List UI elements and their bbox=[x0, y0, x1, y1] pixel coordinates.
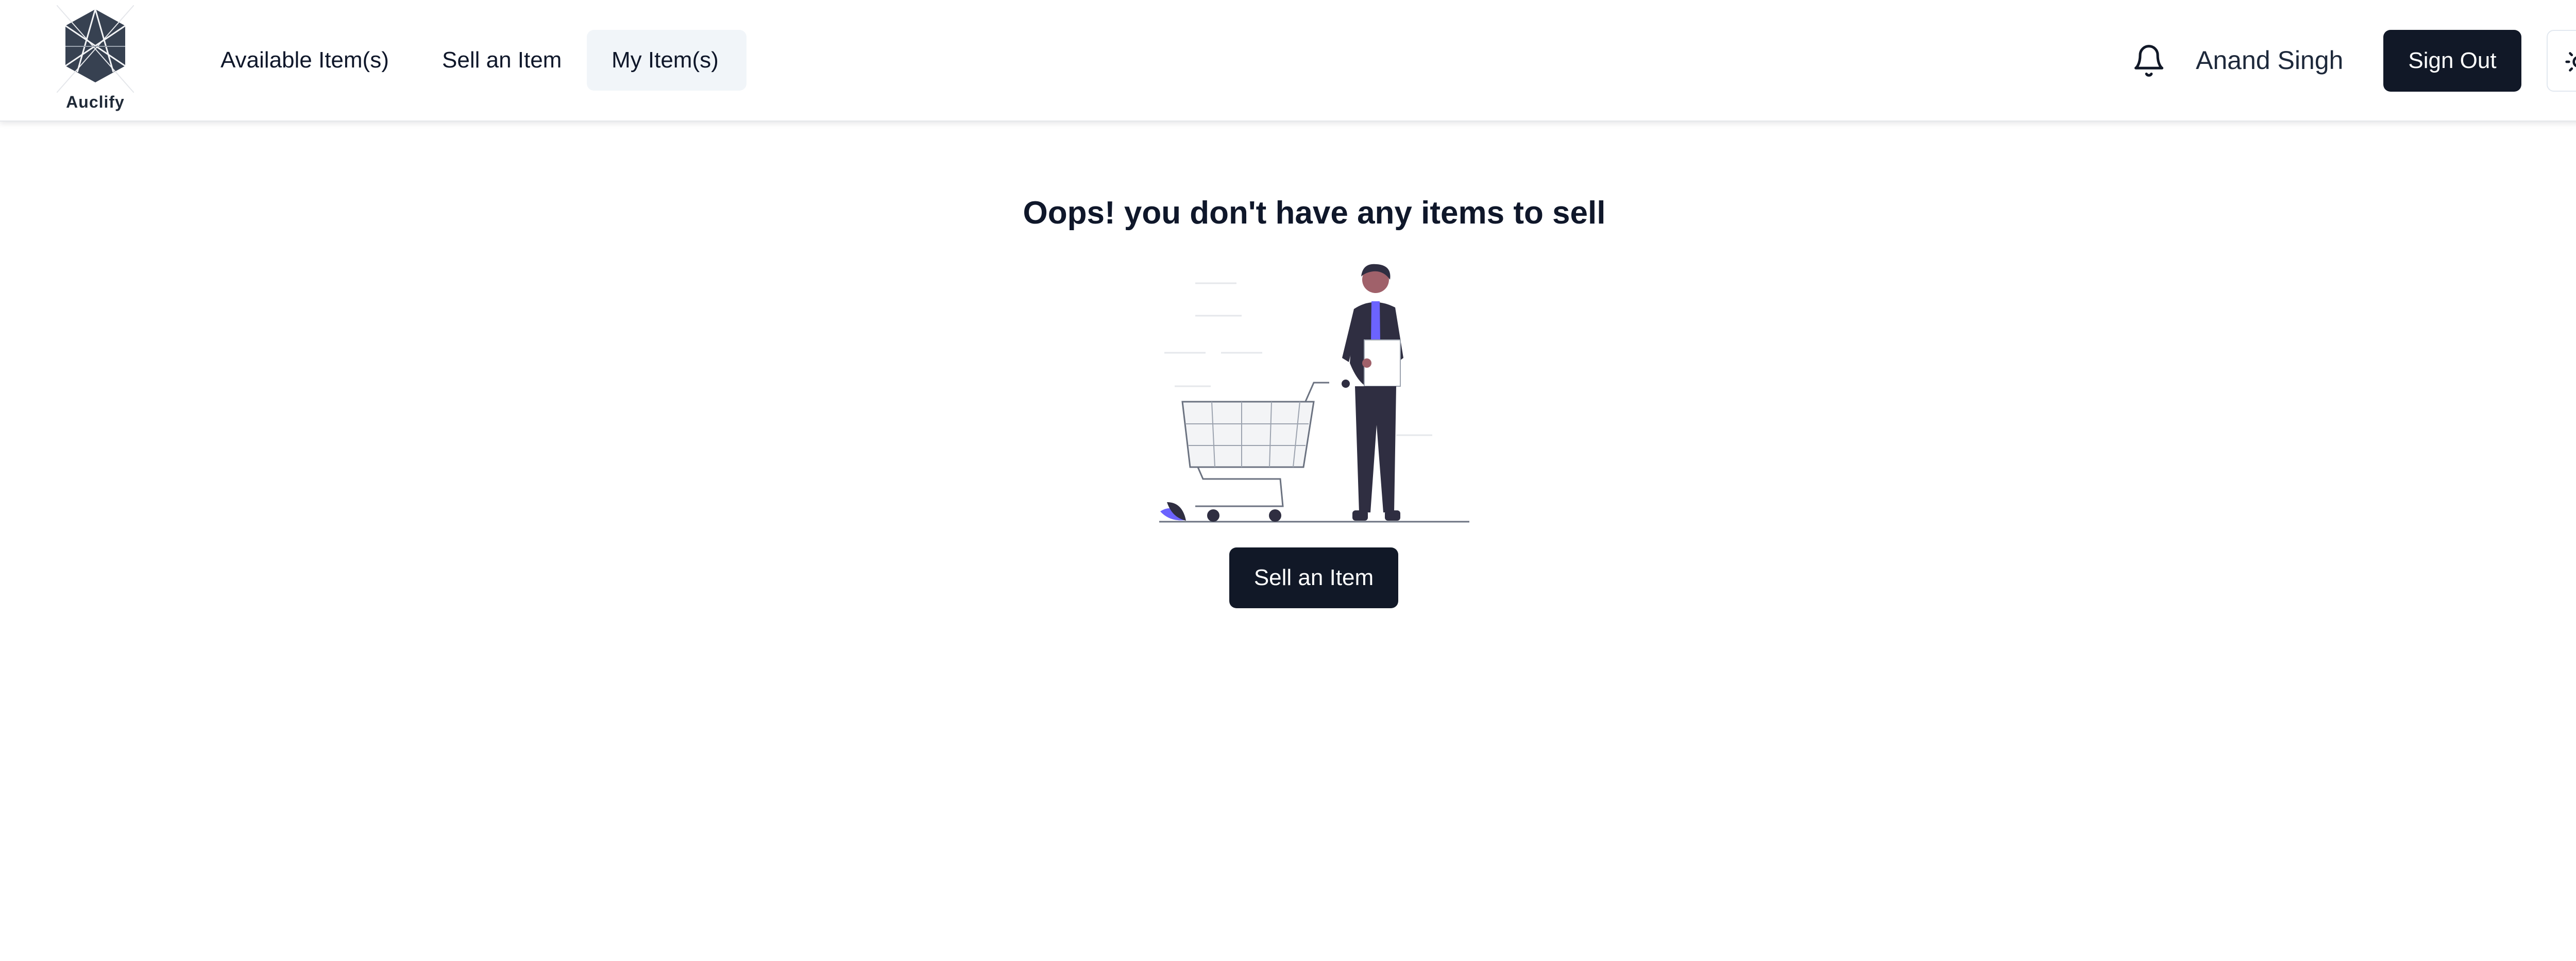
user-name: Anand Singh bbox=[2196, 46, 2344, 75]
logo-text: Auclify bbox=[66, 93, 125, 111]
nav-sell-item[interactable]: Sell an Item bbox=[417, 30, 585, 91]
logo-hexagon-icon bbox=[56, 5, 134, 93]
sign-out-button[interactable]: Sign Out bbox=[2383, 30, 2521, 92]
theme-toggle-button[interactable] bbox=[2547, 30, 2576, 92]
bell-icon[interactable] bbox=[2131, 42, 2166, 79]
shopping-cart-illustration bbox=[1159, 264, 1469, 523]
sell-item-button[interactable]: Sell an Item bbox=[1229, 547, 1398, 608]
empty-state-title: Oops! you don't have any items to sell bbox=[1023, 195, 1606, 231]
logo[interactable]: Auclify bbox=[56, 5, 134, 113]
nav-my-items[interactable]: My Item(s) bbox=[587, 30, 747, 91]
top-navbar: Auclify Available Item(s) Sell an Item M… bbox=[0, 0, 2576, 122]
sun-icon bbox=[2565, 52, 2576, 72]
nav-available-items[interactable]: Available Item(s) bbox=[196, 30, 417, 91]
